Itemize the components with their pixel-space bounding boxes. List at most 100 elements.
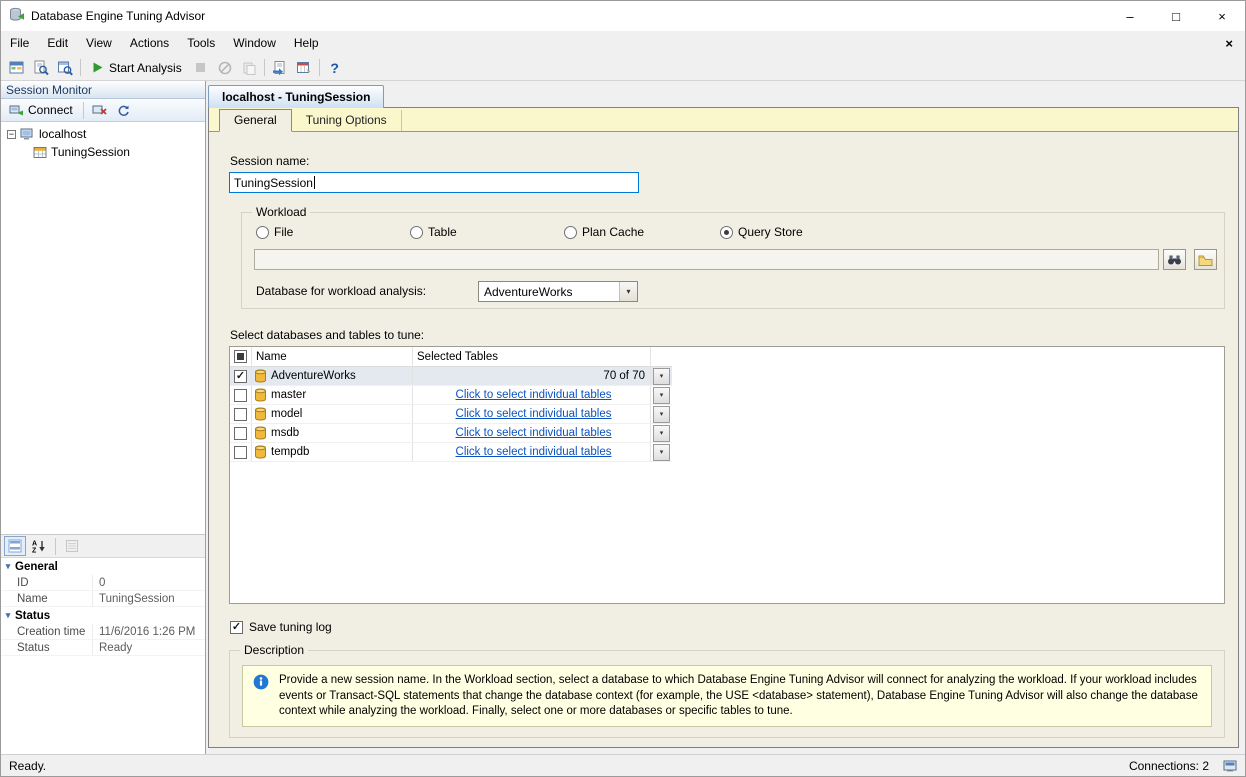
row-checkbox[interactable]: ✓ (234, 370, 247, 383)
save-tuning-log-checkbox[interactable]: ✓ Save tuning log (230, 620, 332, 634)
tree-item-localhost[interactable]: − localhost (1, 125, 205, 143)
radio-plan-cache[interactable]: Plan Cache (564, 225, 644, 239)
row-dropdown-button[interactable]: ▾ (653, 387, 670, 404)
browse-file-button[interactable] (1163, 249, 1186, 270)
category-label: Status (15, 610, 50, 622)
database-icon (254, 426, 267, 440)
database-icon (254, 369, 267, 383)
import-session-icon (272, 60, 288, 76)
connect-label: Connect (28, 103, 73, 117)
table-row[interactable]: ✓ AdventureWorks 70 of 70 ▾ (230, 367, 672, 386)
tab-general[interactable]: General (219, 109, 292, 132)
text-caret (314, 176, 315, 189)
connect-icon (9, 104, 24, 117)
property-name: Creation time (1, 624, 93, 639)
row-checkbox[interactable] (234, 389, 247, 402)
disconnect-button[interactable] (89, 101, 111, 120)
property-row-creation-time[interactable]: Creation time 11/6/2016 1:26 PM (1, 624, 205, 640)
import-session-button[interactable] (268, 57, 292, 79)
row-checkbox[interactable] (234, 446, 247, 459)
select-tables-link[interactable]: Click to select individual tables (417, 408, 650, 420)
connection-status-icon (1223, 760, 1237, 772)
connect-button[interactable]: Connect (4, 102, 78, 118)
export-results-button[interactable] (292, 57, 316, 79)
checkbox-icon: ✓ (230, 621, 243, 634)
table-row[interactable]: model Click to select individual tables … (230, 405, 672, 424)
select-tables-link[interactable]: Click to select individual tables (417, 427, 650, 439)
app-icon (9, 7, 25, 26)
property-row-id[interactable]: ID 0 (1, 575, 205, 591)
property-category-status[interactable]: ▾ Status (1, 607, 205, 624)
row-dropdown-button[interactable]: ▾ (653, 444, 670, 461)
menu-item-actions[interactable]: Actions (121, 31, 178, 55)
menu-item-file[interactable]: File (1, 31, 38, 55)
window-title: Database Engine Tuning Advisor (31, 9, 205, 23)
tree-item-tuning-session[interactable]: TuningSession (33, 143, 205, 161)
close-button[interactable]: × (1199, 1, 1245, 31)
table-row[interactable]: tempdb Click to select individual tables… (230, 443, 672, 462)
connections-count: Connections: 2 (1129, 759, 1209, 773)
menu-item-help[interactable]: Help (285, 31, 328, 55)
select-tables-link[interactable]: Click to select individual tables (417, 446, 650, 458)
row-checkbox[interactable] (234, 427, 247, 440)
session-monitor-toolbar: Connect (1, 99, 205, 122)
property-row-status[interactable]: Status Ready (1, 640, 205, 656)
menu-item-edit[interactable]: Edit (38, 31, 77, 55)
maximize-button[interactable]: □ (1153, 1, 1199, 31)
database-combobox[interactable]: AdventureWorks ▾ (478, 281, 638, 302)
column-header-name[interactable]: Name (252, 347, 413, 366)
menu-item-window[interactable]: Window (224, 31, 285, 55)
open-workload-file-button[interactable] (53, 57, 77, 79)
property-value: 0 (93, 577, 105, 589)
page-tab-strip: General Tuning Options (209, 108, 1238, 132)
database-icon (254, 445, 267, 459)
radio-table[interactable]: Table (410, 225, 457, 239)
minimize-button[interactable]: – (1107, 1, 1153, 31)
session-name-input[interactable]: TuningSession (229, 172, 639, 193)
radio-query-store[interactable]: Query Store (720, 225, 803, 239)
description-text: Provide a new session name. In the Workl… (279, 674, 1198, 717)
toolbar-separator (55, 538, 56, 555)
table-row[interactable]: master Click to select individual tables… (230, 386, 672, 405)
tab-tuning-options[interactable]: Tuning Options (292, 110, 402, 131)
new-session-button[interactable] (5, 57, 29, 79)
categorized-view-button[interactable] (4, 536, 26, 556)
refresh-sessions-button[interactable] (113, 101, 135, 120)
menu-item-view[interactable]: View (77, 31, 121, 55)
table-row[interactable]: msdb Click to select individual tables ▾ (230, 424, 672, 443)
property-category-general[interactable]: ▾ General (1, 558, 205, 575)
browse-table-button[interactable] (1194, 249, 1217, 270)
radio-selected-icon (720, 226, 733, 239)
document-tab-strip: localhost - TuningSession (208, 85, 1239, 107)
tree-localhost-label: localhost (39, 127, 86, 141)
sort-alphabetical-button[interactable]: AZ (28, 536, 50, 556)
radio-table-label: Table (428, 225, 457, 239)
databases-table: Name Selected Tables ✓ AdventureWorks (230, 347, 672, 462)
toolbar-separator (83, 102, 84, 119)
radio-file[interactable]: File (256, 225, 293, 239)
collapse-icon[interactable]: − (7, 130, 16, 139)
row-checkbox[interactable] (234, 408, 247, 421)
document-tab[interactable]: localhost - TuningSession (208, 85, 384, 108)
open-session-button[interactable] (29, 57, 53, 79)
select-tables-link[interactable]: Click to select individual tables (417, 389, 650, 401)
workload-file-input (254, 249, 1159, 270)
disconnect-icon (92, 104, 107, 117)
select-all-checkbox[interactable] (234, 350, 247, 363)
document-close-icon[interactable]: × (1225, 36, 1233, 51)
chevron-down-icon: ▾ (660, 448, 664, 456)
help-icon: ? (330, 60, 339, 76)
chevron-down-icon[interactable]: ▾ (619, 282, 637, 301)
help-button[interactable]: ? (323, 57, 347, 79)
property-row-name[interactable]: Name TuningSession (1, 591, 205, 607)
export-results-icon (296, 60, 312, 76)
database-name: tempdb (271, 446, 309, 458)
row-dropdown-button[interactable]: ▾ (653, 368, 670, 385)
row-dropdown-button[interactable]: ▾ (653, 406, 670, 423)
row-dropdown-button[interactable]: ▾ (653, 425, 670, 442)
radio-file-label: File (274, 225, 293, 239)
start-analysis-button[interactable]: Start Analysis (84, 57, 189, 79)
database-combobox-value: AdventureWorks (479, 285, 619, 299)
column-header-selected-tables[interactable]: Selected Tables (413, 347, 651, 366)
menu-item-tools[interactable]: Tools (178, 31, 224, 55)
